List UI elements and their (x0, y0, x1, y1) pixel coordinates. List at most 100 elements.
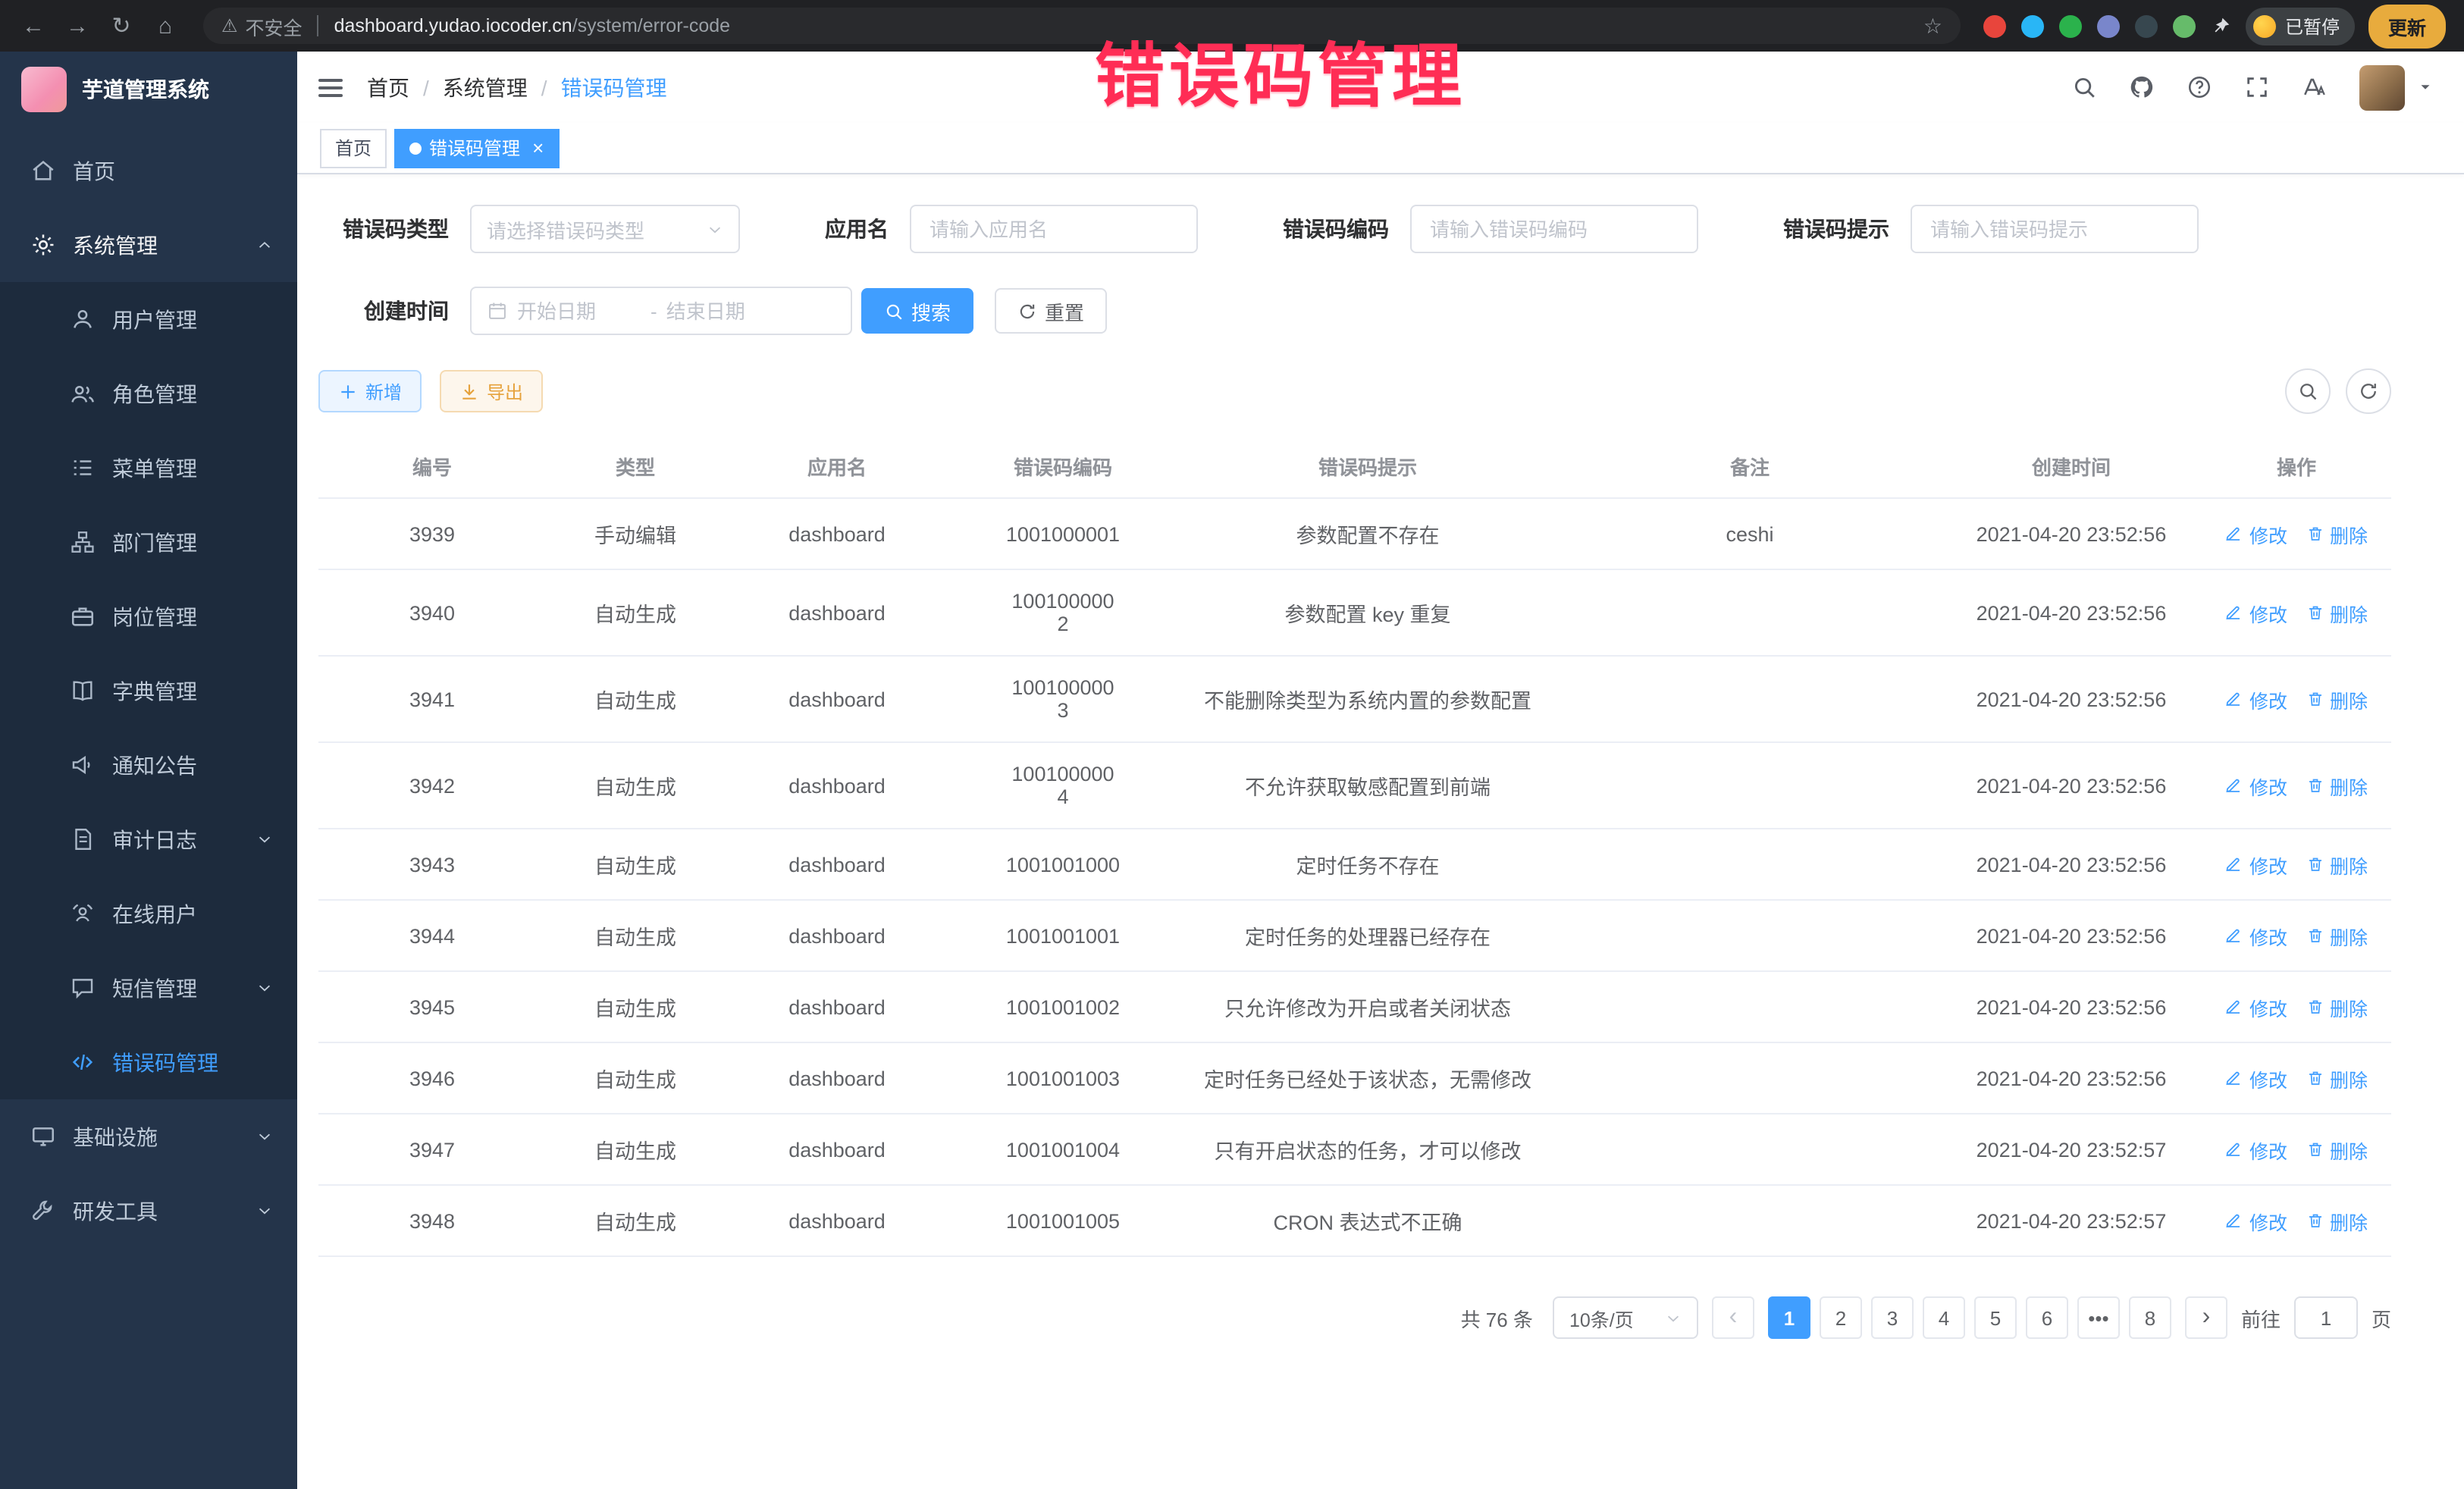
browser-forward-icon[interactable]: → (62, 13, 92, 39)
sidebar-item-error-code-management[interactable]: 错误码管理 (0, 1025, 297, 1099)
edit-button[interactable]: 修改 (2225, 1064, 2287, 1092)
green-dot-extension-icon[interactable] (2173, 14, 2196, 37)
delete-button[interactable]: 删除 (2306, 685, 2368, 713)
address-bar[interactable]: ⚠ 不安全 dashboard.yudao.iocoder.cn /system… (203, 8, 1961, 44)
delete-icon (2306, 1140, 2324, 1158)
sidebar-item-role-management[interactable]: 角色管理 (0, 356, 297, 431)
browser-update-button[interactable]: 更新 (2368, 4, 2446, 48)
page-size-select[interactable]: 10条/页 (1553, 1296, 1698, 1339)
annotation-overlay: 错误码管理 (1095, 21, 1466, 121)
delete-button[interactable]: 删除 (2306, 1064, 2368, 1092)
delete-button[interactable]: 删除 (2306, 1206, 2368, 1235)
error-hint-input[interactable] (1911, 205, 2199, 253)
start-date-input[interactable] (517, 299, 641, 322)
app-name-input[interactable] (910, 205, 1198, 253)
goto-page-input[interactable] (2294, 1296, 2358, 1339)
delete-button[interactable]: 删除 (2306, 850, 2368, 879)
end-date-input[interactable] (666, 299, 791, 322)
edit-button[interactable]: 修改 (2225, 771, 2287, 800)
green-check-extension-icon[interactable] (2059, 14, 2082, 37)
delete-button[interactable]: 删除 (2306, 992, 2368, 1021)
fullscreen-icon[interactable] (2244, 74, 2270, 100)
sidebar-item-home[interactable]: 首页 (0, 133, 297, 208)
font-size-icon[interactable] (2302, 74, 2328, 100)
sidebar-item-label: 用户管理 (112, 304, 273, 334)
search-icon[interactable] (2071, 74, 2097, 100)
pagination-page-3[interactable]: 3 (1871, 1296, 1914, 1339)
delete-button[interactable]: 删除 (2306, 519, 2368, 548)
delete-button[interactable]: 删除 (2306, 598, 2368, 627)
caret-down-icon[interactable] (2417, 79, 2434, 96)
sidebar-item-dev-tools[interactable]: 研发工具 (0, 1174, 297, 1248)
tab-error-code[interactable]: 错误码管理× (394, 128, 559, 168)
edit-button[interactable]: 修改 (2225, 685, 2287, 713)
edit-icon (2225, 998, 2243, 1016)
sidebar-item-dict-management[interactable]: 字典管理 (0, 654, 297, 728)
add-button[interactable]: 新增 (318, 370, 422, 412)
tab-close-icon[interactable]: × (532, 138, 544, 158)
sidebar-toggle-icon[interactable] (318, 78, 343, 96)
help-icon[interactable] (2187, 74, 2212, 100)
github-icon[interactable] (2129, 74, 2155, 100)
toggle-search-button[interactable] (2285, 368, 2331, 414)
edit-icon (2225, 1069, 2243, 1087)
edit-button[interactable]: 修改 (2225, 1206, 2287, 1235)
sidebar-item-menu-management[interactable]: 菜单管理 (0, 431, 297, 505)
dark-badge-extension-icon[interactable] (2135, 14, 2158, 37)
sidebar-item-system[interactable]: 系统管理 (0, 208, 297, 282)
error-code-input[interactable] (1410, 205, 1698, 253)
sidebar-item-sms-management[interactable]: 短信管理 (0, 951, 297, 1025)
sidebar-item-label: 研发工具 (73, 1196, 256, 1226)
delete-button[interactable]: 删除 (2306, 921, 2368, 950)
extensions-pin-icon[interactable] (2209, 14, 2232, 37)
previous-page-button[interactable]: ‹ (1712, 1296, 1754, 1339)
paused-badge[interactable]: 已暂停 (2246, 7, 2355, 45)
edit-button[interactable]: 修改 (2225, 921, 2287, 950)
cell-remark (1559, 656, 1941, 742)
pagination-page-4[interactable]: 4 (1923, 1296, 1965, 1339)
pagination-page-5[interactable]: 5 (1974, 1296, 2017, 1339)
date-range-picker[interactable]: - (470, 287, 852, 335)
edit-button[interactable]: 修改 (2225, 519, 2287, 548)
blue-drop-extension-icon[interactable] (2021, 14, 2044, 37)
reset-button[interactable]: 重置 (995, 288, 1107, 334)
browser-home-icon[interactable]: ⌂ (150, 13, 180, 39)
delete-button[interactable]: 删除 (2306, 771, 2368, 800)
url-divider (318, 15, 319, 36)
browser-reload-icon[interactable]: ↻ (106, 12, 136, 39)
edit-button[interactable]: 修改 (2225, 1135, 2287, 1164)
people-extension-icon[interactable] (2097, 14, 2120, 37)
sidebar-item-post-management[interactable]: 岗位管理 (0, 579, 297, 654)
pagination-page-6[interactable]: 6 (2026, 1296, 2068, 1339)
breadcrumb-home[interactable]: 首页 (367, 72, 409, 102)
refresh-table-button[interactable] (2346, 368, 2391, 414)
breadcrumb-system[interactable]: 系统管理 (443, 72, 528, 102)
edit-button[interactable]: 修改 (2225, 850, 2287, 879)
cell-app: dashboard (725, 829, 949, 900)
pagination-page-1[interactable]: 1 (1768, 1296, 1810, 1339)
sidebar-item-notice[interactable]: 通知公告 (0, 728, 297, 802)
pagination-page-8[interactable]: 8 (2129, 1296, 2171, 1339)
cell-code: 1001000001 (949, 498, 1177, 569)
column-header: 创建时间 (1941, 435, 2202, 498)
red-dot-extension-icon[interactable] (1983, 14, 2006, 37)
sidebar-item-infrastructure[interactable]: 基础设施 (0, 1099, 297, 1174)
error-type-select[interactable]: 请选择错误码类型 (470, 205, 740, 253)
delete-button[interactable]: 删除 (2306, 1135, 2368, 1164)
cell-created-at: 2021-04-20 23:52:57 (1941, 1185, 2202, 1256)
user-avatar[interactable] (2359, 64, 2405, 110)
sidebar-item-online-users[interactable]: 在线用户 (0, 876, 297, 951)
pagination-more-button[interactable]: ••• (2077, 1296, 2120, 1339)
bookmark-star-icon[interactable]: ☆ (1923, 13, 1942, 39)
edit-button[interactable]: 修改 (2225, 992, 2287, 1021)
pagination-page-2[interactable]: 2 (1820, 1296, 1862, 1339)
tab-home[interactable]: 首页 (320, 128, 387, 168)
sidebar-item-user-management[interactable]: 用户管理 (0, 282, 297, 356)
export-button[interactable]: 导出 (440, 370, 543, 412)
browser-back-icon[interactable]: ← (18, 13, 49, 39)
sidebar-item-audit-log[interactable]: 审计日志 (0, 802, 297, 876)
edit-button[interactable]: 修改 (2225, 598, 2287, 627)
sidebar-item-dept-management[interactable]: 部门管理 (0, 505, 297, 579)
next-page-button[interactable]: › (2185, 1296, 2227, 1339)
search-button[interactable]: 搜索 (861, 288, 973, 334)
